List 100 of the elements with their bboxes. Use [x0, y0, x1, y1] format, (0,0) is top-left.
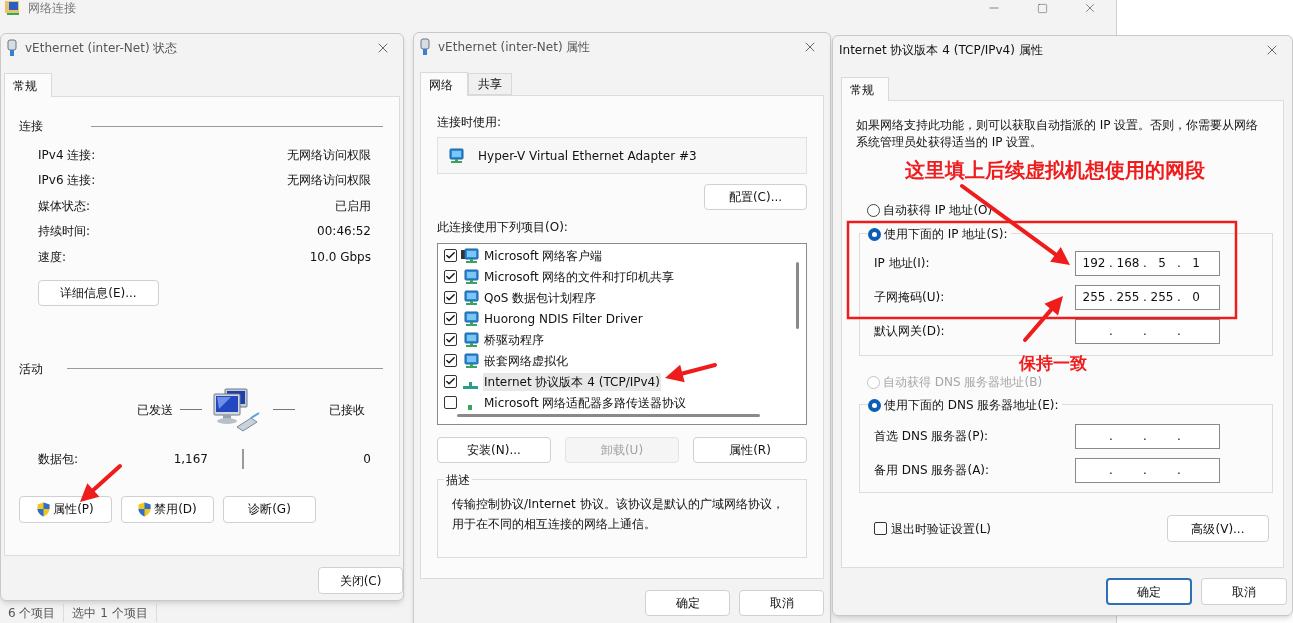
network-monitor-icon [446, 147, 464, 164]
dialog-button[interactable]: 安装(N)... [437, 437, 551, 463]
network-monitor-icon [461, 352, 479, 369]
close-icon [1083, 1, 1097, 15]
info-label: IPv6 连接: [38, 172, 96, 190]
radio-button[interactable] [867, 203, 880, 217]
list-item[interactable]: Internet 协议版本 4 (TCP/IPv4) [483, 372, 661, 391]
network-folder-icon [4, 0, 22, 16]
field-label: 默认网关(D): [874, 323, 945, 340]
maximize-icon [1036, 2, 1048, 14]
scrollbar[interactable] [796, 262, 799, 329]
received-label: 已接收 [329, 401, 365, 419]
list-item[interactable]: Microsoft 网络的文件和打印机共享 [483, 267, 676, 286]
packets-sent: 1,167 [172, 450, 208, 468]
info-label: 速度: [38, 248, 67, 266]
field-label: 备用 DNS 服务器(A): [874, 462, 990, 479]
dialog-button[interactable]: 确定 [645, 590, 730, 616]
window-title: Internet 协议版本 4 (TCP/IPv4) 属性 [839, 42, 1043, 59]
network-monitor-icon [461, 331, 479, 348]
dialog-button[interactable]: 高级(V)... [1167, 515, 1269, 542]
checkbox[interactable] [444, 249, 457, 262]
window-title: 网络连接 [28, 2, 76, 14]
tab[interactable]: 网络 [420, 72, 468, 96]
section-heading: 连接 [19, 118, 43, 135]
network-plug-icon [420, 38, 430, 56]
status-text: 6 个项目 [0, 604, 65, 622]
radio-label: 使用下面的 IP 地址(S): [884, 226, 1008, 243]
section-heading: 活动 [19, 360, 43, 378]
tab[interactable]: 常规 [4, 73, 52, 97]
annotation-text: 这里填上后续虚拟机想使用的网段 [905, 157, 1205, 184]
network-monitor-icon [461, 310, 479, 327]
list-item[interactable]: Microsoft 网络适配器多路传送器协议 [483, 393, 688, 412]
info-value: 无网络访问权限 [287, 172, 371, 190]
dialog-button[interactable]: 属性(R) [693, 437, 807, 463]
info-label: 持续时间: [38, 223, 91, 241]
checkbox[interactable] [444, 333, 457, 346]
list-item[interactable]: Microsoft 网络客户端 [483, 246, 604, 265]
radio-button[interactable] [868, 227, 881, 241]
window-title: vEthernet (inter-Net) 属性 [438, 39, 591, 56]
info-label: 媒体状态: [38, 197, 91, 215]
list-item[interactable]: 嵌套网络虚拟化 [483, 351, 569, 370]
window-title: vEthernet (inter-Net) 状态 [25, 40, 178, 57]
list-item[interactable]: Huorong NDIS Filter Driver [483, 309, 644, 328]
list-item[interactable]: QoS 数据包计划程序 [483, 288, 598, 307]
field-label: 首选 DNS 服务器(P): [874, 428, 989, 445]
network-plug-icon [7, 39, 17, 57]
info-value: 10.0 Gbps [309, 248, 371, 266]
checkbox-label: 退出时验证设置(L) [891, 520, 992, 538]
dialog-button[interactable]: 确定 [1106, 578, 1192, 605]
checkbox[interactable] [444, 291, 457, 304]
dialog-button[interactable]: 属性(P) [19, 495, 112, 523]
dialog-button[interactable]: 禁用(D) [121, 495, 214, 523]
sent-label: 已发送 [137, 401, 173, 419]
checkbox[interactable] [444, 375, 457, 388]
dialog-button[interactable]: 关闭(C) [318, 567, 403, 594]
status-text: 选中 1 个项目 [64, 604, 157, 622]
intro-text: 如果网络支持此功能，则可以获取自动指派的 IP 设置。否则，你需要从网络系统管理员处获得适当的 IP 设置。 [856, 117, 1260, 151]
field-label: IP 地址(I): [874, 255, 930, 272]
annotation-arrow [1023, 296, 1063, 342]
checkbox[interactable] [444, 354, 457, 367]
ip-address-field[interactable]: 192 . 168 . 5 . 1 [1075, 250, 1220, 276]
network-monitor-icon [461, 268, 479, 285]
dialog-button[interactable]: 诊断(G) [223, 495, 316, 523]
computers-icon [211, 386, 261, 433]
info-value: 00:46:52 [317, 223, 371, 241]
protocol-icon [468, 404, 472, 410]
checkbox[interactable] [874, 522, 887, 535]
network-monitor-icon [461, 289, 479, 306]
info-value: 无网络访问权限 [287, 146, 371, 164]
dialog-button[interactable]: 取消 [739, 590, 824, 616]
checkbox[interactable] [444, 312, 457, 325]
ip-address-field[interactable]: . . . [1075, 423, 1220, 449]
packets-received: 0 [362, 450, 371, 468]
radio-button[interactable] [868, 398, 881, 412]
dialog-button[interactable]: 详细信息(E)... [38, 279, 159, 306]
section-label: 连接时使用: [437, 114, 503, 131]
annotation-arrow [665, 363, 717, 383]
packets-label: 数据包: [38, 450, 80, 468]
checkbox[interactable] [444, 396, 457, 409]
info-label: IPv4 连接: [38, 146, 96, 164]
group-label: 描述 [444, 471, 472, 489]
protocol-icon [462, 381, 478, 389]
list-item[interactable]: 桥驱动程序 [483, 330, 545, 349]
network-monitor-icon [461, 247, 479, 264]
radio-label: 使用下面的 DNS 服务器地址(E): [884, 397, 1059, 414]
ip-address-field[interactable]: . . . [1075, 318, 1220, 344]
scrollbar[interactable] [457, 414, 760, 417]
checkbox[interactable] [444, 270, 457, 283]
tab[interactable]: 常规 [841, 77, 889, 101]
ip-address-field[interactable]: 255 . 255 . 255 . 0 [1075, 284, 1220, 310]
section-label: 此连接使用下列项目(O): [437, 219, 569, 236]
field-label: 子网掩码(U): [874, 289, 945, 306]
description-text: 传输控制协议/Internet 协议。该协议是默认的广域网络协议，用于在不同的相互连接的网络上通信。 [452, 496, 785, 533]
radio-label: 自动获得 DNS 服务器地址(B) [883, 374, 1043, 391]
ip-address-field[interactable]: . . . [1075, 457, 1220, 483]
tab[interactable]: 共享 [468, 73, 512, 95]
dialog-button[interactable]: 配置(C)... [704, 184, 807, 210]
annotation-text: 保持一致 [1019, 352, 1087, 375]
dialog-button[interactable]: 取消 [1201, 578, 1287, 605]
adapter-name: Hyper-V Virtual Ethernet Adapter #3 [478, 147, 697, 165]
